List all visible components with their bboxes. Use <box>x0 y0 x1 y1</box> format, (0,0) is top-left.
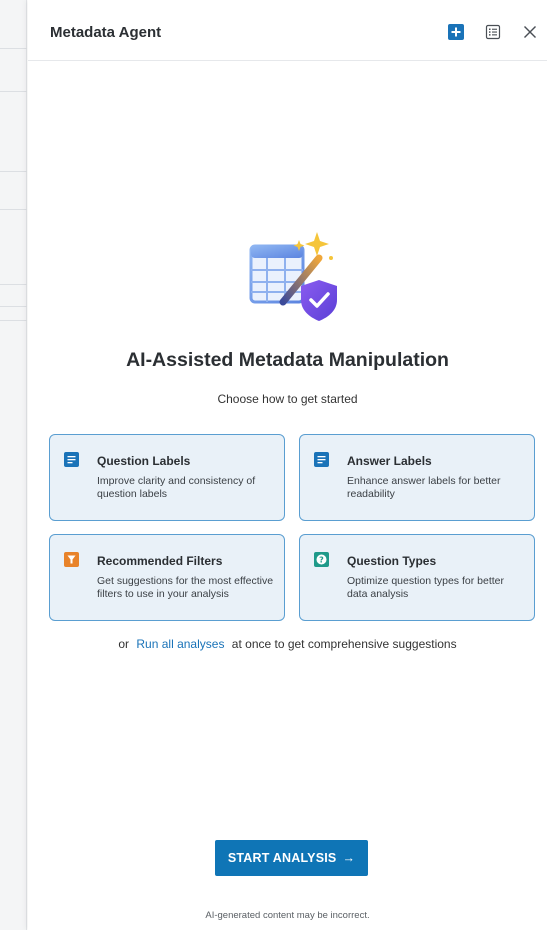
panel-header: Metadata Agent <box>28 0 547 61</box>
run-all-line: or Run all analyses at once to get compr… <box>28 637 547 651</box>
run-all-analyses-link[interactable]: Run all analyses <box>136 637 224 651</box>
close-icon <box>524 26 536 38</box>
start-analysis-label: START ANALYSIS <box>227 851 337 865</box>
run-all-prefix: or <box>118 637 130 651</box>
background-divider <box>0 306 27 307</box>
background-divider <box>0 91 27 92</box>
filter-icon <box>64 552 79 567</box>
background-app-strip <box>0 0 27 930</box>
panel-title: Metadata Agent <box>50 24 162 41</box>
hero-subtitle: Choose how to get started <box>217 392 358 406</box>
card-title: Question Labels <box>97 454 191 468</box>
background-divider <box>0 284 27 285</box>
svg-text:?: ? <box>319 555 324 564</box>
card-title: Answer Labels <box>347 454 432 468</box>
arrow-right-icon: → <box>342 851 356 865</box>
background-divider <box>0 48 27 49</box>
close-button[interactable] <box>522 24 538 40</box>
run-all-suffix: at once to get comprehensive suggestions <box>231 637 457 651</box>
document-lines-icon <box>314 452 329 467</box>
card-title: Recommended Filters <box>97 554 223 568</box>
background-divider <box>0 209 27 210</box>
card-description: Optimize question types for better data … <box>347 575 504 600</box>
card-description: Get suggestions for the most effective f… <box>97 575 274 600</box>
card-description: Improve clarity and consistency of quest… <box>97 475 256 500</box>
background-divider <box>0 320 27 321</box>
document-lines-icon <box>64 452 79 467</box>
metadata-agent-panel: Metadata Agent AI-Assisted Metadata Mani… <box>28 0 547 930</box>
question-labels-card[interactable]: Question Labels Improve clarity and cons… <box>49 434 285 521</box>
answer-labels-card[interactable]: Answer Labels Enhance answer labels for … <box>299 434 535 521</box>
plus-icon <box>451 27 461 37</box>
ai-disclaimer: AI-generated content may be incorrect. <box>205 910 370 921</box>
question-mark-icon: ? <box>314 552 329 567</box>
history-button[interactable] <box>485 24 501 40</box>
background-divider <box>0 171 27 172</box>
question-types-card[interactable]: ? Question Types Optimize question types… <box>299 534 535 621</box>
start-analysis-button[interactable]: START ANALYSIS → <box>215 840 368 876</box>
list-icon <box>485 24 501 40</box>
recommended-filters-card[interactable]: Recommended Filters Get suggestions for … <box>49 534 285 621</box>
card-title: Question Types <box>347 554 437 568</box>
hero-title: AI-Assisted Metadata Manipulation <box>126 349 449 371</box>
card-description: Enhance answer labels for better readabi… <box>347 475 501 500</box>
new-chat-button[interactable] <box>448 24 464 40</box>
table-wand-shield-icon <box>249 232 337 321</box>
